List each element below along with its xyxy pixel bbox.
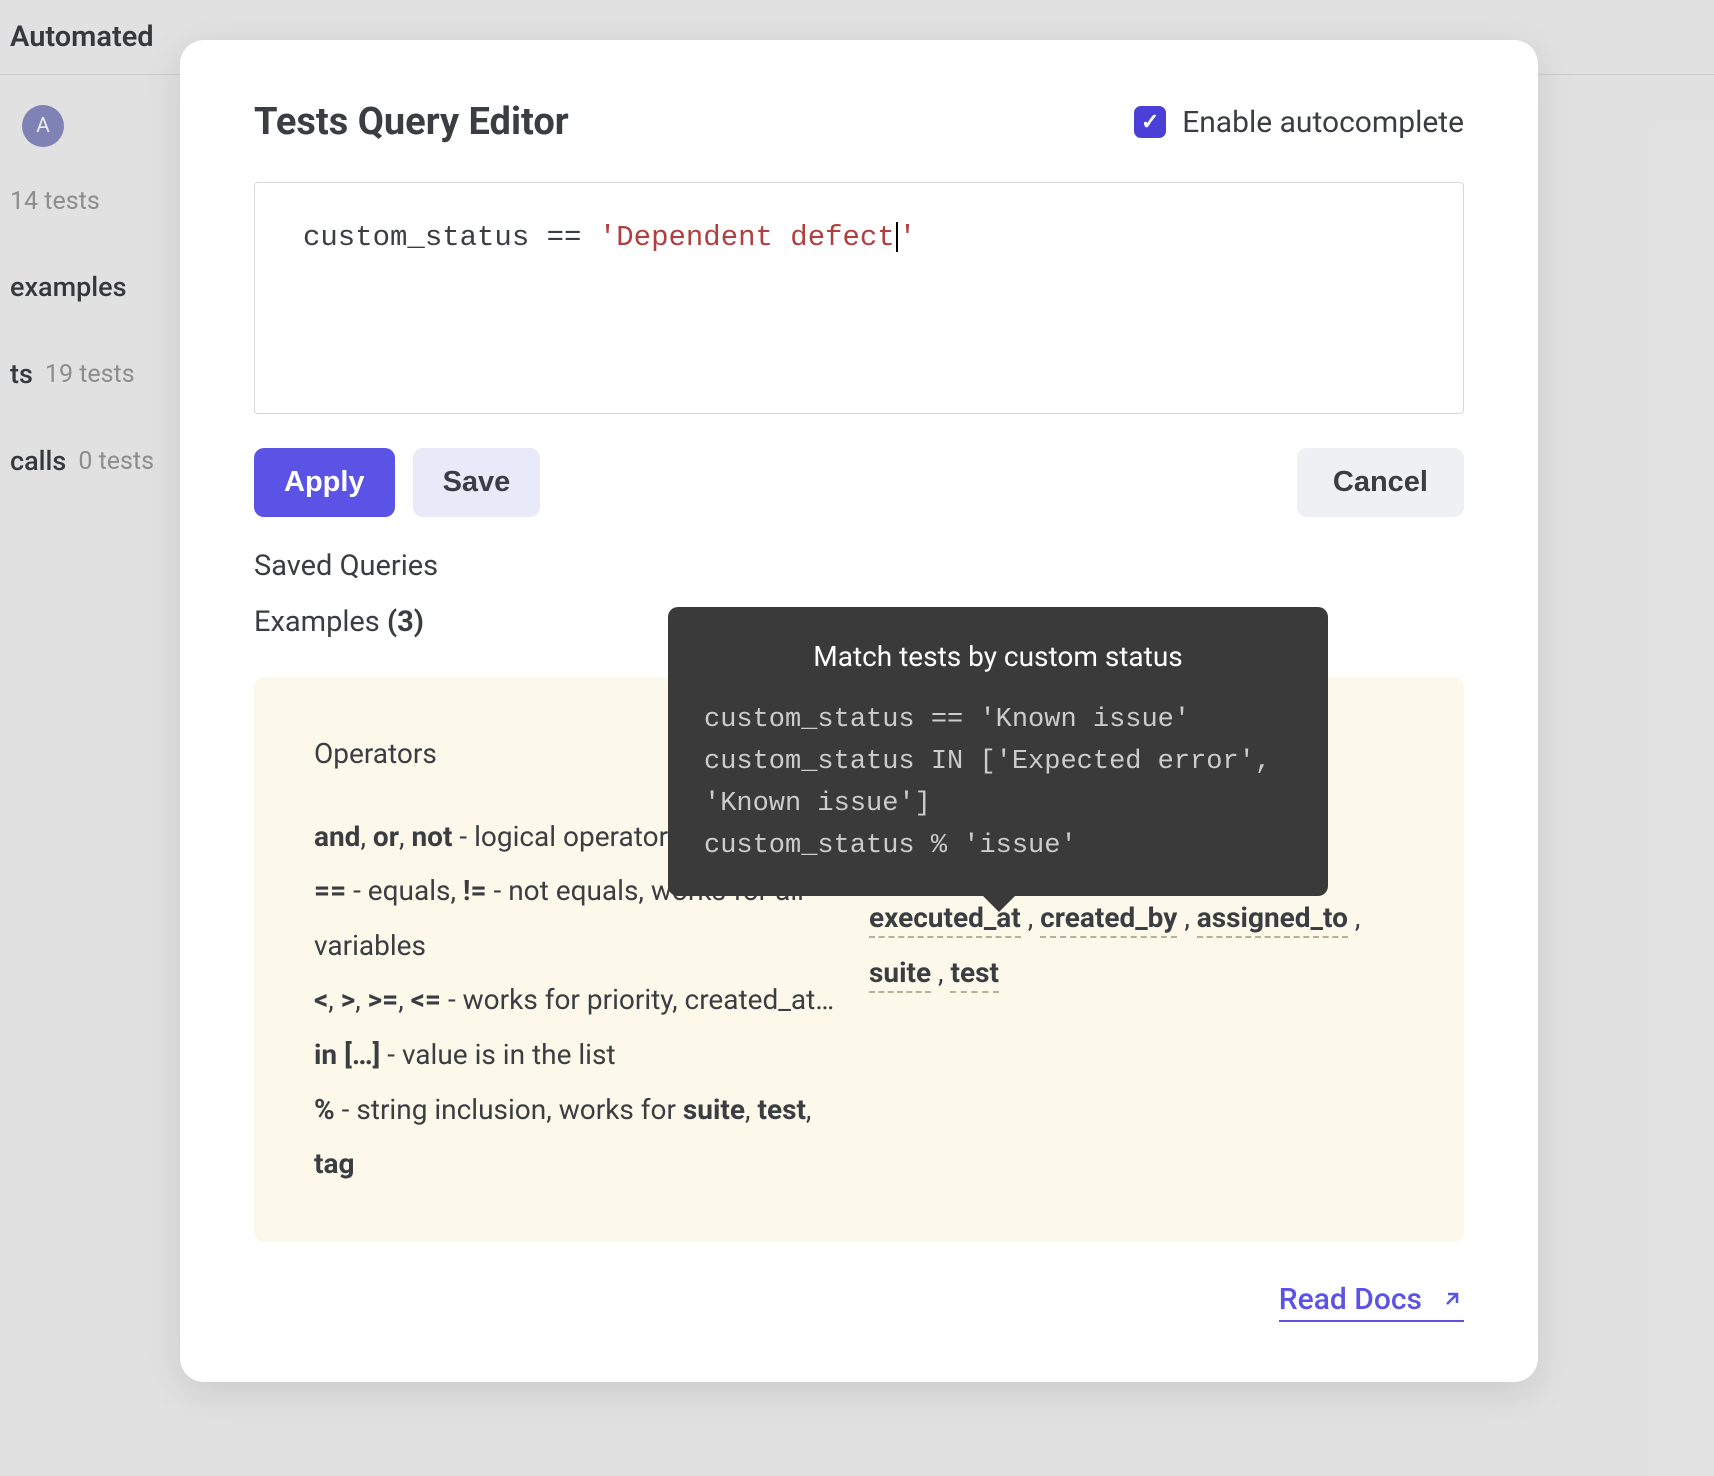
save-button[interactable]: Save bbox=[413, 448, 541, 517]
read-docs-row: Read Docs bbox=[254, 1282, 1464, 1322]
read-docs-label: Read Docs bbox=[1279, 1282, 1422, 1317]
var-created-by[interactable]: created_by bbox=[1040, 901, 1177, 938]
tooltip: Match tests by custom status custom_stat… bbox=[668, 607, 1328, 896]
var-test[interactable]: test bbox=[950, 956, 998, 993]
in-line: in […] - value is in the list bbox=[314, 1028, 849, 1083]
button-row: Apply Save Cancel bbox=[254, 448, 1464, 517]
variables-row-3: executed_at , created_by , assigned_to , bbox=[869, 891, 1404, 946]
comparison-line: <, >, >=, <= - works for priority, creat… bbox=[314, 973, 849, 1028]
examples-label: Examples bbox=[254, 605, 380, 639]
percent-line: % - string inclusion, works for suite, t… bbox=[314, 1083, 849, 1192]
query-token-string: 'Dependent defect' bbox=[599, 221, 916, 254]
tooltip-title: Match tests by custom status bbox=[704, 635, 1292, 678]
query-token-field: custom_status bbox=[303, 221, 529, 254]
tooltip-code-line-2: custom_status IN ['Expected error', 'Kno… bbox=[704, 742, 1292, 826]
examples-count: (3) bbox=[387, 605, 424, 639]
autocomplete-toggle[interactable]: ✓ Enable autocomplete bbox=[1134, 105, 1464, 140]
apply-button[interactable]: Apply bbox=[254, 448, 395, 517]
query-input[interactable]: custom_status == 'Dependent defect' bbox=[254, 182, 1464, 414]
checkbox-checked-icon[interactable]: ✓ bbox=[1134, 106, 1166, 138]
modal-title: Tests Query Editor bbox=[254, 100, 569, 144]
tooltip-arrow-icon bbox=[981, 894, 1017, 912]
var-suite[interactable]: suite bbox=[869, 956, 931, 993]
external-link-icon bbox=[1440, 1287, 1464, 1311]
cancel-button[interactable]: Cancel bbox=[1297, 448, 1464, 517]
variables-row-4: suite , test bbox=[869, 946, 1404, 1001]
tooltip-code-line-1: custom_status == 'Known issue' bbox=[704, 700, 1292, 742]
query-token-op: == bbox=[547, 221, 582, 254]
query-editor-modal: Tests Query Editor ✓ Enable autocomplete… bbox=[180, 40, 1538, 1382]
saved-queries-link[interactable]: Saved Queries bbox=[254, 549, 1464, 583]
tooltip-code-line-3: custom_status % 'issue' bbox=[704, 826, 1292, 868]
modal-header: Tests Query Editor ✓ Enable autocomplete bbox=[254, 100, 1464, 144]
var-assigned-to[interactable]: assigned_to bbox=[1197, 901, 1348, 938]
autocomplete-label: Enable autocomplete bbox=[1182, 105, 1464, 140]
read-docs-link[interactable]: Read Docs bbox=[1279, 1282, 1464, 1322]
text-cursor bbox=[896, 222, 898, 252]
